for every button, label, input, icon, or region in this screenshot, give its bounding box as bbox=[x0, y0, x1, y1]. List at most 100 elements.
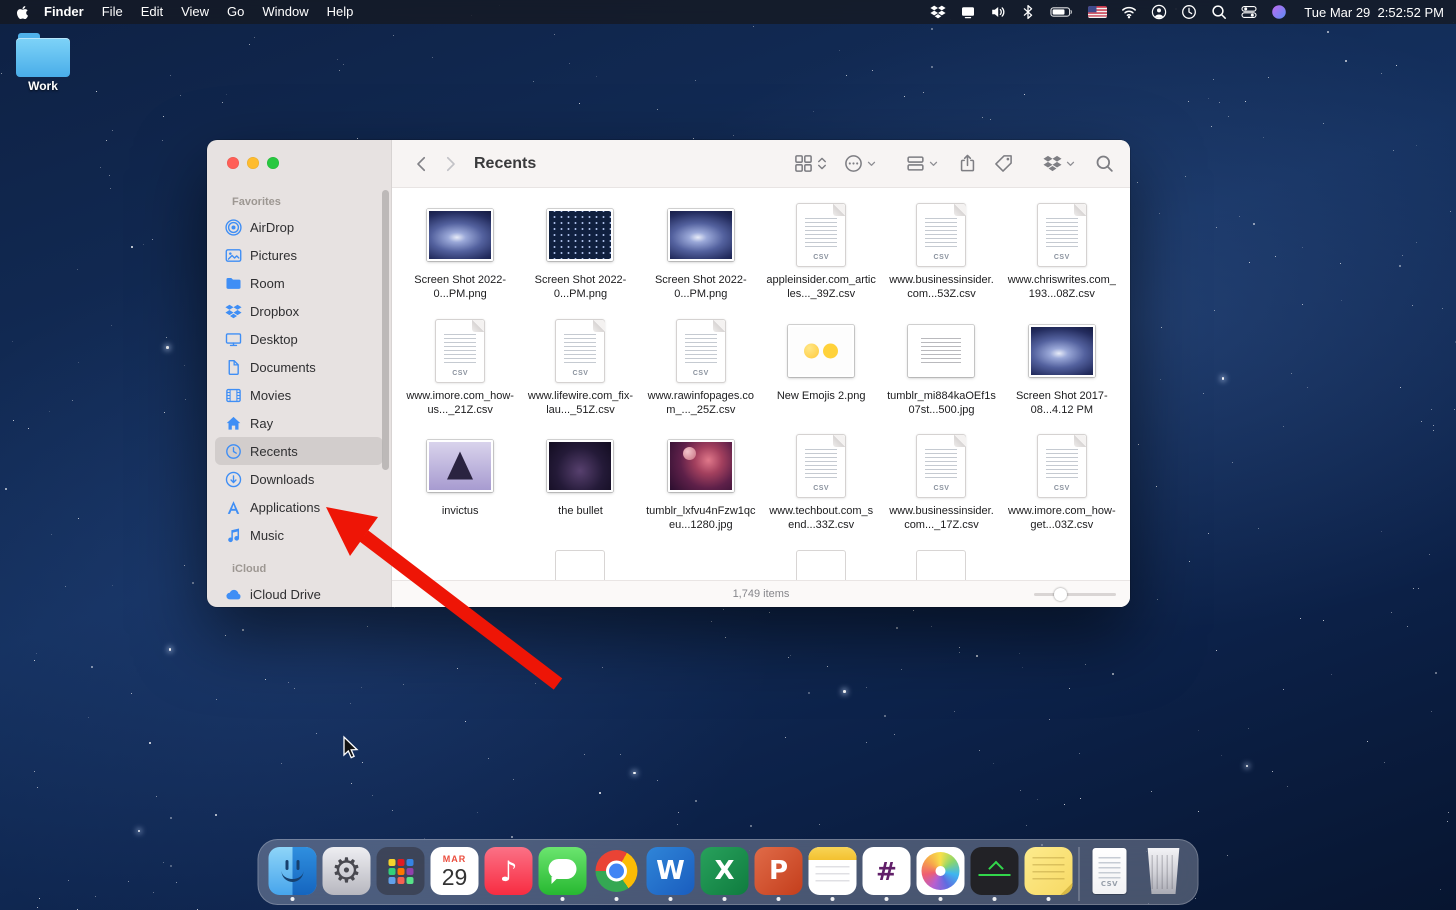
view-options-button[interactable] bbox=[794, 154, 827, 173]
menubar-dropbox-icon[interactable] bbox=[923, 4, 953, 20]
minimize-button[interactable] bbox=[247, 157, 259, 169]
sidebar-item-pictures[interactable]: Pictures bbox=[215, 241, 383, 269]
zoom-button[interactable] bbox=[267, 157, 279, 169]
dock-item-photos[interactable] bbox=[917, 847, 965, 901]
menubar-display-icon[interactable] bbox=[953, 4, 983, 20]
menubar-assistant-icon[interactable] bbox=[1264, 4, 1294, 20]
sidebar-item-music[interactable]: Music bbox=[215, 521, 383, 549]
group-by-button[interactable] bbox=[906, 154, 938, 173]
menubar-status-area: Tue Mar 29 2:52:52 PM bbox=[923, 4, 1444, 20]
file-item[interactable]: CSV www.techbout.com_send...33Z.csv bbox=[761, 433, 881, 533]
share-button[interactable] bbox=[958, 154, 977, 173]
file-item[interactable]: CSV www.imore.com_how-get...03Z.csv bbox=[1002, 433, 1122, 533]
sidebar-item-airdrop[interactable]: AirDrop bbox=[215, 213, 383, 241]
dock-item-trash[interactable] bbox=[1140, 847, 1188, 901]
file-thumbnail bbox=[400, 433, 520, 499]
sidebar-item-icloud-drive[interactable]: iCloud Drive bbox=[215, 580, 383, 607]
menubar-battery-icon[interactable] bbox=[1043, 4, 1081, 20]
dock-item-notes[interactable] bbox=[809, 847, 857, 901]
file-item[interactable]: Screen Shot 2022-0...PM.png bbox=[641, 202, 761, 302]
file-item[interactable]: New Emojis 2.png bbox=[761, 318, 881, 418]
file-name: www.chriswrites.com_193...08Z.csv bbox=[1007, 273, 1117, 302]
file-item-partial[interactable] bbox=[881, 549, 1001, 580]
file-item[interactable]: Screen Shot 2022-0...PM.png bbox=[400, 202, 520, 302]
dock-item-launchpad[interactable] bbox=[377, 847, 425, 901]
sidebar-item-room[interactable]: Room bbox=[215, 269, 383, 297]
menu-help[interactable]: Help bbox=[318, 0, 363, 24]
sidebar-item-applications[interactable]: Applications bbox=[215, 493, 383, 521]
menu-edit[interactable]: Edit bbox=[132, 0, 172, 24]
sidebar-item-downloads[interactable]: Downloads bbox=[215, 465, 383, 493]
file-item-partial[interactable] bbox=[761, 549, 881, 580]
window-title: Recents bbox=[474, 155, 536, 173]
menu-go[interactable]: Go bbox=[218, 0, 253, 24]
dock-item-settings[interactable]: ⚙ bbox=[323, 847, 371, 901]
sidebar-item-recents[interactable]: Recents bbox=[215, 437, 383, 465]
dock-item-monitor[interactable] bbox=[971, 847, 1019, 901]
file-item[interactable]: tumblr_mi884kaOEf1s07st...500.jpg bbox=[881, 318, 1001, 418]
search-button[interactable] bbox=[1095, 154, 1114, 173]
dock-icon-glyph bbox=[1140, 847, 1188, 895]
menubar-clock[interactable]: Tue Mar 29 2:52:52 PM bbox=[1304, 5, 1444, 20]
dock-item-word[interactable]: W bbox=[647, 847, 695, 901]
file-item[interactable]: CSV appleinsider.com_articles..._39Z.csv bbox=[761, 202, 881, 302]
sidebar-item-label: Pictures bbox=[250, 248, 297, 263]
forward-button[interactable] bbox=[436, 154, 464, 174]
dock-item-music[interactable]: ♪ bbox=[485, 847, 533, 901]
menubar-control-center-icon[interactable] bbox=[1234, 4, 1264, 20]
dock-divider[interactable] bbox=[1079, 847, 1080, 901]
menu-window[interactable]: Window bbox=[253, 0, 317, 24]
dock-item-slack[interactable]: # bbox=[863, 847, 911, 901]
file-item[interactable]: CSV www.rawinfopages.com_..._25Z.csv bbox=[641, 318, 761, 418]
running-indicator bbox=[1047, 897, 1051, 901]
back-button[interactable] bbox=[408, 154, 436, 174]
menubar-volume-icon[interactable] bbox=[983, 4, 1013, 20]
file-item[interactable]: Screen Shot 2017-08...4.12 PM bbox=[1002, 318, 1122, 418]
file-item[interactable]: CSV www.lifewire.com_fix-lau..._51Z.csv bbox=[520, 318, 640, 418]
apple-menu-icon[interactable] bbox=[16, 5, 29, 20]
menubar-wifi-icon[interactable] bbox=[1114, 4, 1144, 20]
menubar-bluetooth-icon[interactable] bbox=[1013, 4, 1043, 20]
menubar-spotlight-icon[interactable] bbox=[1204, 4, 1234, 20]
sidebar-item-dropbox[interactable]: Dropbox bbox=[215, 297, 383, 325]
file-item-partial[interactable] bbox=[520, 549, 640, 580]
file-item[interactable]: invictus bbox=[400, 433, 520, 533]
dock-item-calendar[interactable]: MAR 29 bbox=[431, 847, 479, 901]
menubar-user-icon[interactable] bbox=[1144, 4, 1174, 20]
file-item[interactable]: CSV www.businessinsider.com...53Z.csv bbox=[881, 202, 1001, 302]
file-item[interactable]: CSV www.imore.com_how-us..._21Z.csv bbox=[400, 318, 520, 418]
dock-item-powerpoint[interactable]: P bbox=[755, 847, 803, 901]
file-item[interactable]: CSV www.chriswrites.com_193...08Z.csv bbox=[1002, 202, 1122, 302]
dock-app-icon bbox=[971, 847, 1019, 895]
menu-view[interactable]: View bbox=[172, 0, 218, 24]
sidebar-scrollbar[interactable] bbox=[382, 190, 389, 470]
file-item[interactable]: CSV www.businessinsider.com..._17Z.csv bbox=[881, 433, 1001, 533]
dropbox-status-button[interactable] bbox=[1043, 154, 1075, 173]
menubar-input-source-icon[interactable] bbox=[1081, 6, 1114, 18]
chevron-right-icon bbox=[440, 154, 460, 174]
dock-item-excel[interactable]: X bbox=[701, 847, 749, 901]
menubar-clock-icon[interactable] bbox=[1174, 4, 1204, 20]
dock-item-document[interactable]: CSV bbox=[1086, 847, 1134, 901]
file-thumbnail bbox=[641, 433, 761, 499]
sidebar-item-ray[interactable]: Ray bbox=[215, 409, 383, 437]
close-button[interactable] bbox=[227, 157, 239, 169]
tags-button[interactable] bbox=[994, 154, 1013, 173]
slider-knob[interactable] bbox=[1054, 588, 1067, 601]
more-options-button[interactable] bbox=[844, 154, 876, 173]
file-item[interactable]: tumblr_lxfvu4nFzw1qceu...1280.jpg bbox=[641, 433, 761, 533]
sidebar-item-documents[interactable]: Documents bbox=[215, 353, 383, 381]
menu-file[interactable]: File bbox=[93, 0, 132, 24]
dock-item-stickies[interactable] bbox=[1025, 847, 1073, 901]
dropbox-icon bbox=[1043, 154, 1062, 173]
men​u-finder[interactable]: Finder bbox=[35, 0, 93, 24]
desktop-work-folder[interactable]: Work bbox=[13, 33, 73, 93]
file-item[interactable]: Screen Shot 2022-0...PM.png bbox=[520, 202, 640, 302]
sidebar-item-movies[interactable]: Movies bbox=[215, 381, 383, 409]
file-item[interactable]: the bullet bbox=[520, 433, 640, 533]
dock-item-messages[interactable] bbox=[539, 847, 587, 901]
sidebar-item-desktop[interactable]: Desktop bbox=[215, 325, 383, 353]
dock-item-chrome[interactable] bbox=[593, 847, 641, 901]
icon-size-slider[interactable] bbox=[1034, 581, 1116, 607]
dock-item-finder[interactable] bbox=[269, 847, 317, 901]
